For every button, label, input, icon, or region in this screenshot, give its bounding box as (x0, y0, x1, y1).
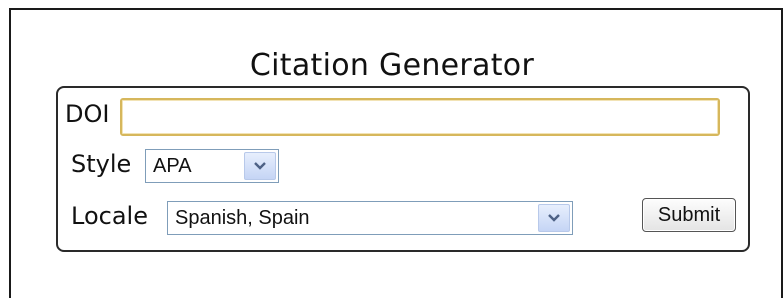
style-selected-value: APA (153, 154, 192, 177)
style-label: Style (71, 150, 132, 178)
submit-button[interactable]: Submit (642, 198, 736, 232)
doi-input[interactable] (120, 98, 720, 136)
doi-label: DOI (65, 100, 110, 128)
style-select[interactable]: APA (145, 149, 279, 183)
locale-dropdown-button[interactable] (538, 204, 570, 232)
chevron-down-icon (254, 162, 266, 170)
style-dropdown-button[interactable] (244, 152, 276, 180)
locale-selected-value: Spanish, Spain (175, 206, 310, 229)
page-title: Citation Generator (249, 48, 535, 83)
chevron-down-icon (548, 214, 560, 222)
locale-label: Locale (71, 202, 148, 230)
locale-select[interactable]: Spanish, Spain (167, 201, 573, 235)
